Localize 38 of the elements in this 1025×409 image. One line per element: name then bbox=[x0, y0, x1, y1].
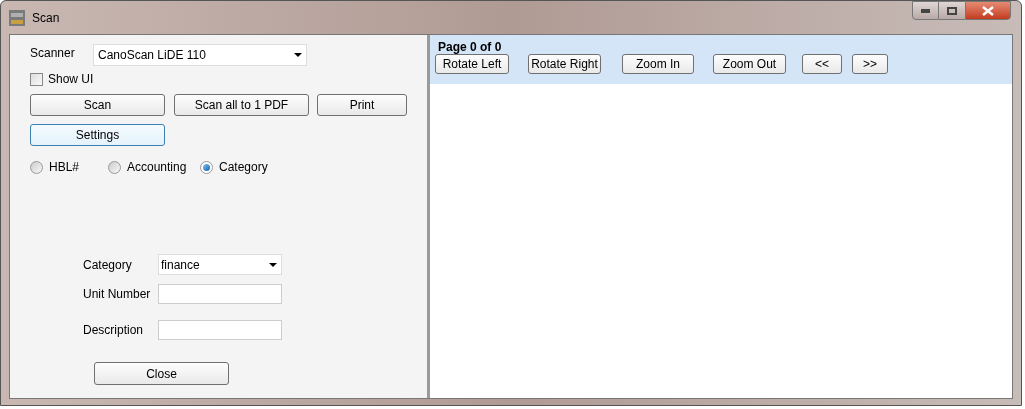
previous-page-button[interactable]: << bbox=[802, 54, 842, 74]
scan-all-button[interactable]: Scan all to 1 PDF bbox=[174, 94, 309, 116]
dropdown-arrow-icon bbox=[294, 53, 302, 57]
scan-button[interactable]: Scan bbox=[30, 94, 165, 116]
radio-button[interactable] bbox=[30, 160, 43, 174]
maximize-icon bbox=[947, 6, 957, 15]
maximize-button[interactable] bbox=[939, 1, 965, 20]
app-icon bbox=[9, 9, 25, 26]
window-title: Scan bbox=[32, 9, 60, 27]
zoom-in-button[interactable]: Zoom In bbox=[622, 54, 694, 74]
settings-button[interactable]: Settings bbox=[30, 124, 165, 146]
radio-label: Category bbox=[219, 159, 268, 176]
field-label: Description bbox=[83, 322, 145, 339]
category-dropdown[interactable]: finance bbox=[158, 254, 282, 275]
text-field[interactable] bbox=[158, 284, 282, 304]
show-ui-label: Show UI bbox=[48, 71, 94, 88]
field-label: Category bbox=[83, 256, 133, 274]
field-label: Unit Number bbox=[83, 286, 152, 303]
scanner-dropdown[interactable]: CanoScan LiDE 110 bbox=[93, 44, 307, 66]
dropdown-arrow-icon bbox=[269, 262, 277, 267]
close-button[interactable]: Close bbox=[94, 362, 229, 385]
show-ui-checkbox[interactable] bbox=[30, 72, 43, 86]
minimize-icon bbox=[921, 8, 930, 13]
radio-button[interactable] bbox=[200, 160, 213, 174]
next-page-button[interactable]: >> bbox=[852, 54, 888, 74]
print-button[interactable]: Print bbox=[317, 94, 407, 116]
rotate-left-button[interactable]: Rotate Left bbox=[435, 54, 509, 74]
radio-label: HBL# bbox=[49, 159, 80, 176]
minimize-button[interactable] bbox=[912, 1, 939, 20]
page-label: Page 0 of 0 bbox=[438, 39, 503, 54]
close-window-button[interactable] bbox=[965, 1, 1011, 20]
scanner-label: Scanner bbox=[30, 45, 76, 62]
close-icon bbox=[982, 5, 994, 16]
rotate-right-button[interactable]: Rotate Right bbox=[528, 54, 601, 74]
zoom-out-button[interactable]: Zoom Out bbox=[713, 54, 786, 74]
text-field[interactable] bbox=[158, 320, 282, 340]
radio-label: Accounting bbox=[127, 159, 187, 176]
radio-button[interactable] bbox=[108, 160, 121, 174]
